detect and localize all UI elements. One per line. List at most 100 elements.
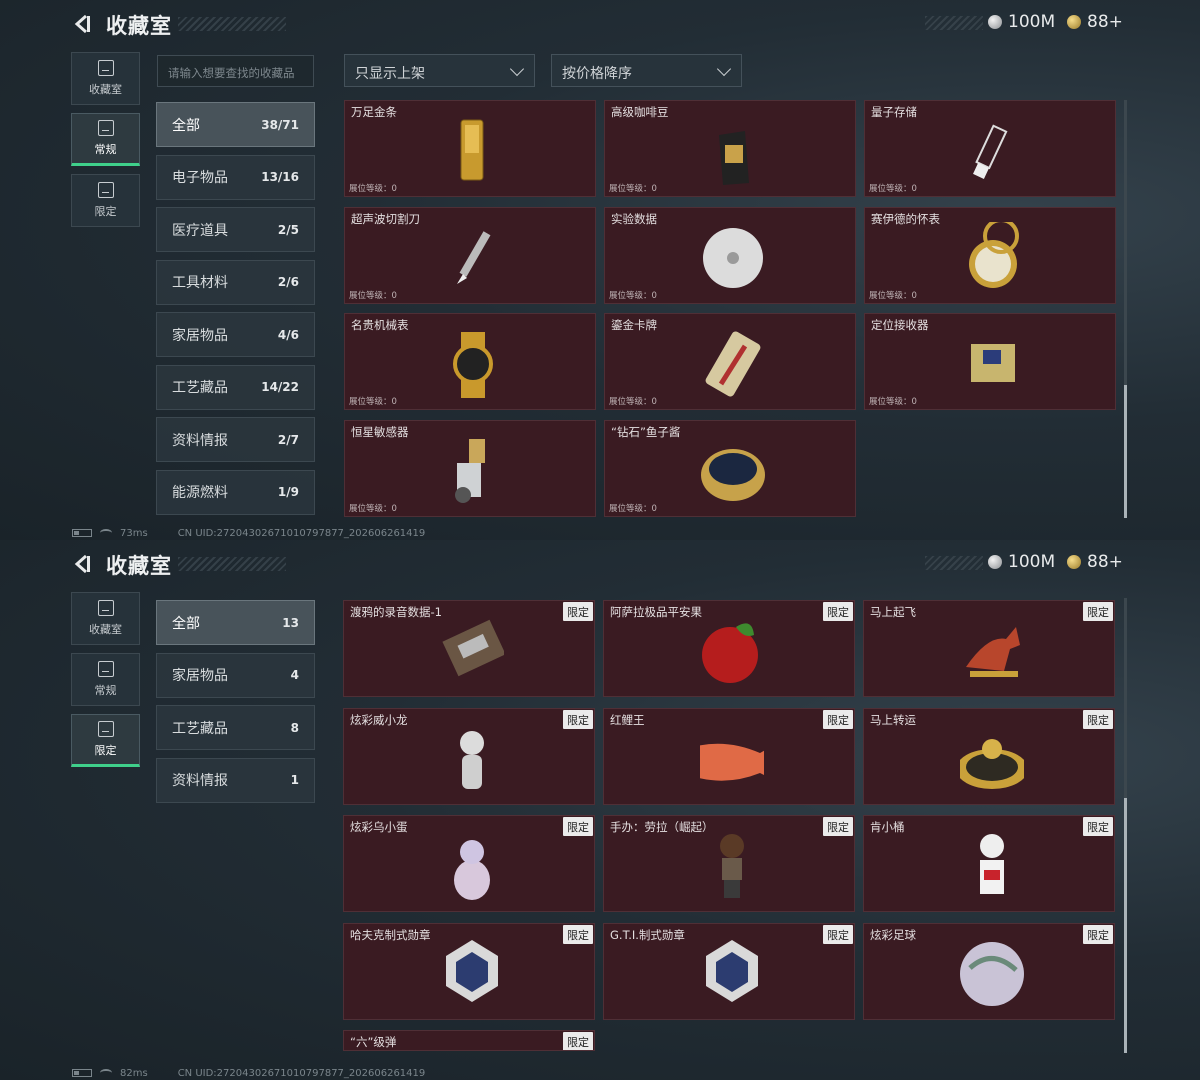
gold-amount: 88+ xyxy=(1087,552,1123,572)
display-level: 展位等级：0 xyxy=(869,397,917,407)
limited-tag: 限定 xyxy=(1083,924,1113,944)
nav-limited[interactable]: 限定 xyxy=(71,174,140,227)
collectible-card[interactable]: 哈夫克制式勋章 限定 xyxy=(343,922,595,1020)
category-count: 13/16 xyxy=(261,170,299,184)
collectible-card[interactable]: 阿萨拉极品平安果 限定 xyxy=(603,600,855,697)
collectible-card[interactable]: 炫彩威小龙 限定 xyxy=(343,707,595,805)
collectible-card[interactable]: 实验数据 展位等级：0 xyxy=(604,206,856,304)
category-item[interactable]: 全部 13 xyxy=(156,600,315,645)
item-name: 阿萨拉极品平安果 xyxy=(610,605,702,619)
collectible-card[interactable]: “六”级弹 限定 xyxy=(343,1030,595,1051)
nav-label: 常规 xyxy=(94,143,117,156)
category-item[interactable]: 能源燃料 1/9 xyxy=(156,469,315,515)
usb-drive-icon xyxy=(973,124,1008,179)
scrollbar-thumb[interactable] xyxy=(1124,385,1127,518)
collectible-card[interactable]: 马上起飞 限定 xyxy=(863,600,1115,697)
category-item[interactable]: 资料情报 2/7 xyxy=(156,417,315,462)
vault-icon xyxy=(97,60,114,76)
category-item[interactable]: 资料情报 1 xyxy=(156,757,315,803)
category-count: 14/22 xyxy=(261,380,299,394)
collectible-card[interactable]: 量子存储 展位等级：0 xyxy=(864,100,1116,197)
category-count: 2/5 xyxy=(277,222,299,237)
gold-coin-icon xyxy=(1067,15,1081,29)
egg-figure-icon xyxy=(454,840,490,900)
top-bar: 收藏室 100M 88+ xyxy=(0,540,1200,590)
top-bar: 收藏室 100M 88+ xyxy=(0,0,1200,50)
nav-regular[interactable]: 常规 xyxy=(71,113,140,166)
collectible-card[interactable]: 万足金条 展位等级：0 xyxy=(344,100,596,197)
category-item[interactable]: 家居物品 4/6 xyxy=(156,312,315,357)
category-list: 全部 13 家居物品 4 工艺藏品 8 资料情报 1 xyxy=(156,600,315,810)
collectible-card[interactable]: 恒星敏感器 展位等级：0 xyxy=(344,419,596,517)
wifi-icon xyxy=(100,1069,112,1077)
nav-label: 限定 xyxy=(94,205,117,218)
vault-icon xyxy=(97,600,114,616)
nav-limited[interactable]: 限定 xyxy=(71,714,140,767)
filter-dropdown[interactable]: 只显示上架 xyxy=(344,54,535,87)
collectible-card[interactable]: G.T.I.制式勋章 限定 xyxy=(603,922,855,1020)
item-name: 万足金条 xyxy=(351,105,397,119)
category-item[interactable]: 医疗道具 2/5 xyxy=(156,207,315,252)
category-label: 工艺藏品 xyxy=(172,380,228,396)
collectible-card[interactable]: “钻石”鱼子酱 展位等级：0 xyxy=(604,419,856,517)
category-item[interactable]: 家居物品 4 xyxy=(156,652,315,698)
collectible-card[interactable]: 高级咖啡豆 展位等级：0 xyxy=(604,100,856,197)
back-arrow-icon[interactable] xyxy=(72,13,92,35)
category-count: 8 xyxy=(290,720,299,735)
pocket-watch-icon xyxy=(969,221,1019,288)
collectible-card[interactable]: 马上转运 限定 xyxy=(863,707,1115,805)
category-item[interactable]: 工艺藏品 8 xyxy=(156,705,315,750)
gold-currency[interactable]: 88+ xyxy=(1067,552,1123,572)
display-level: 展位等级：0 xyxy=(609,503,657,514)
scrollbar[interactable] xyxy=(1124,100,1127,518)
collectible-card[interactable]: 赛伊德的怀表 展位等级：0 xyxy=(864,206,1116,304)
category-count: 13 xyxy=(282,615,299,630)
collectible-card[interactable]: 肯小桶 限定 xyxy=(863,815,1115,912)
silver-coin-icon xyxy=(988,555,1002,569)
collectible-card[interactable]: 鎏金卡牌 展位等级：0 xyxy=(604,313,856,410)
image-icon xyxy=(97,661,114,677)
filter-label: 只显示上架 xyxy=(355,66,425,82)
category-item[interactable]: 电子物品 13/16 xyxy=(156,154,315,200)
wristwatch-icon xyxy=(453,332,493,398)
category-item[interactable]: 工艺藏品 14/22 xyxy=(156,364,315,410)
collectible-card[interactable]: 渡鸦的录音数据-1 限定 xyxy=(343,600,595,697)
category-count: 2/6 xyxy=(277,275,299,289)
limited-tag: 限定 xyxy=(563,709,593,729)
uid: CN UID:27204302671010797877_202606261419 xyxy=(177,1067,426,1079)
status-bar: 73ms CN UID:27204302671010797877_2026062… xyxy=(72,526,425,540)
nav-regular[interactable]: 常规 xyxy=(71,653,140,706)
collectible-card[interactable]: 红鲤王 限定 xyxy=(603,707,855,805)
collectible-card[interactable]: 炫彩乌小蛋 限定 xyxy=(343,815,595,912)
item-name: 红鲤王 xyxy=(610,712,645,727)
collectible-card[interactable]: 超声波切割刀 展位等级：0 xyxy=(344,206,596,304)
item-name: 实验数据 xyxy=(611,211,657,226)
item-name: 赛伊德的怀表 xyxy=(871,211,940,226)
collectible-card[interactable]: 手办：劳拉（崛起） 限定 xyxy=(603,815,855,912)
category-item[interactable]: 全部 38/71 xyxy=(156,102,315,147)
item-name: 马上起飞 xyxy=(870,605,916,619)
back-arrow-icon[interactable] xyxy=(72,553,92,575)
limited-tag: 限定 xyxy=(823,602,853,621)
category-count: 1/9 xyxy=(277,485,299,499)
search-input[interactable]: 请输入想要查找的收藏品 xyxy=(157,55,314,87)
nav-vault[interactable]: 收藏室 xyxy=(71,592,140,645)
item-name: 手办：劳拉（崛起） xyxy=(610,820,714,834)
scrollbar[interactable] xyxy=(1124,598,1127,1053)
item-name: 鎏金卡牌 xyxy=(611,318,657,332)
gold-currency[interactable]: 88+ xyxy=(1067,12,1123,32)
limited-tag: 限定 xyxy=(563,1032,593,1050)
collectible-card[interactable]: 炫彩足球 限定 xyxy=(863,922,1115,1020)
item-name: 名贵机械表 xyxy=(351,318,409,332)
category-label: 家居物品 xyxy=(172,327,228,344)
chevron-down-icon xyxy=(716,61,732,77)
nav-vault[interactable]: 收藏室 xyxy=(71,52,140,105)
item-name: 肯小桶 xyxy=(870,820,905,834)
category-item[interactable]: 工具材料 2/6 xyxy=(156,259,315,305)
sort-dropdown[interactable]: 按价格降序 xyxy=(551,54,742,87)
collectible-card[interactable]: 定位接收器 展位等级：0 xyxy=(864,313,1116,410)
collectible-card[interactable]: 名贵机械表 展位等级：0 xyxy=(344,313,596,410)
category-count: 2/7 xyxy=(277,432,299,447)
picture-icon xyxy=(97,721,114,737)
scrollbar-thumb[interactable] xyxy=(1124,798,1127,1053)
